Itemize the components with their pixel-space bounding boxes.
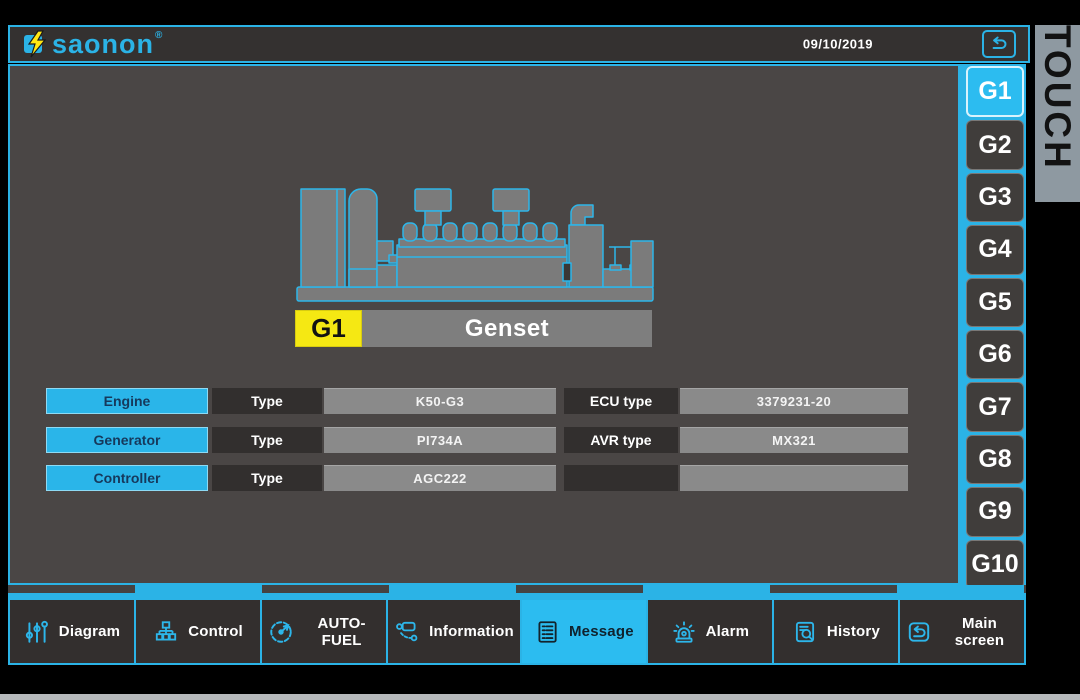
lightning-bolt-icon <box>25 30 49 58</box>
tab-g10[interactable]: G10 <box>966 540 1024 589</box>
history-search-icon <box>792 619 818 645</box>
tab-g3[interactable]: G3 <box>966 173 1024 222</box>
brand-logo: saonon ® <box>24 30 161 58</box>
avr-type-header: AVR type <box>564 427 678 453</box>
brand-name: saonon <box>52 31 154 57</box>
generator-label-button[interactable]: Generator <box>46 427 208 453</box>
type-header: Type <box>212 465 322 491</box>
separator-segment <box>643 585 770 593</box>
header-bar: saonon ® 09/10/2019 <box>8 25 1030 63</box>
tab-g9[interactable]: G9 <box>966 487 1024 536</box>
spec-row-controller: Controller Type AGC222 <box>10 465 958 491</box>
empty-value-cell <box>680 465 908 491</box>
nav-history-button[interactable]: History <box>774 600 898 663</box>
return-icon <box>988 35 1010 53</box>
genset-name: Genset <box>362 310 652 347</box>
nav-main-screen-button[interactable]: Main screen <box>900 600 1024 663</box>
nav-diagram-button[interactable]: Diagram <box>10 600 134 663</box>
tab-g2[interactable]: G2 <box>966 120 1024 169</box>
nav-label: Message <box>569 623 634 640</box>
bezel-bottom-strip <box>0 694 1080 700</box>
nav-label: AUTO-FUEL <box>303 615 380 649</box>
nav-label: Control <box>188 623 243 640</box>
nav-label: Main screen <box>941 615 1018 649</box>
type-header: Type <box>212 388 322 414</box>
genset-label-bar: G1 Genset <box>295 310 652 347</box>
engine-label-button[interactable]: Engine <box>46 388 208 414</box>
nav-label: History <box>827 623 880 640</box>
touch-label: TOUCH <box>1035 25 1080 202</box>
nav-auto-fuel-button[interactable]: AUTO-FUEL <box>262 600 386 663</box>
tab-g4[interactable]: G4 <box>966 225 1024 274</box>
empty-header-cell <box>564 465 678 491</box>
separator-segment <box>897 585 1024 593</box>
nav-message-button[interactable]: Message <box>522 600 646 663</box>
nav-separator-strip <box>8 585 1026 593</box>
registered-mark: ® <box>155 30 162 41</box>
generator-type-value: PI734A <box>324 427 556 453</box>
nav-label: Diagram <box>59 623 120 640</box>
return-icon <box>906 619 932 645</box>
controller-label-button[interactable]: Controller <box>46 465 208 491</box>
spec-row-engine: Engine Type K50-G3 ECU type 3379231-20 <box>10 388 958 414</box>
logo-glyph <box>24 31 50 57</box>
nav-control-button[interactable]: Control <box>136 600 260 663</box>
header-return-button[interactable] <box>982 30 1016 58</box>
spec-row-generator: Generator Type PI734A AVR type MX321 <box>10 427 958 453</box>
alarm-siren-icon <box>671 619 697 645</box>
org-chart-icon <box>153 619 179 645</box>
type-header: Type <box>212 427 322 453</box>
nav-information-button[interactable]: Information <box>388 600 520 663</box>
nav-alarm-button[interactable]: Alarm <box>648 600 772 663</box>
genset-selector-column: G1 G2 G3 G4 G5 G6 G7 G8 G9 G10 <box>960 64 1026 591</box>
bezel-touch-strip: TOUCH <box>1035 25 1080 202</box>
gauge-icon <box>268 619 294 645</box>
date-display: 09/10/2019 <box>803 37 873 52</box>
genset-id-badge: G1 <box>295 310 362 347</box>
engine-type-value: K50-G3 <box>324 388 556 414</box>
tab-g8[interactable]: G8 <box>966 435 1024 484</box>
controller-type-value: AGC222 <box>324 465 556 491</box>
hmi-screen: saonon ® 09/10/2019 TOUCH <box>0 0 1080 700</box>
list-icon <box>534 619 560 645</box>
tab-g1[interactable]: G1 <box>966 66 1024 117</box>
separator-segment <box>135 585 262 593</box>
genset-illustration <box>295 185 655 303</box>
tab-g6[interactable]: G6 <box>966 330 1024 379</box>
sliders-icon <box>24 619 50 645</box>
main-panel: G1 Genset Engine Type K50-G3 ECU type 33… <box>8 64 960 585</box>
bottom-nav-bar: Diagram Control <box>8 598 1026 665</box>
ecu-type-header: ECU type <box>564 388 678 414</box>
tab-g7[interactable]: G7 <box>966 382 1024 431</box>
tab-g5[interactable]: G5 <box>966 278 1024 327</box>
separator-segment <box>389 585 516 593</box>
nav-label: Information <box>429 623 514 640</box>
nav-label: Alarm <box>706 623 750 640</box>
avr-type-value: MX321 <box>680 427 908 453</box>
flowchart-icon <box>394 619 420 645</box>
ecu-type-value: 3379231-20 <box>680 388 908 414</box>
